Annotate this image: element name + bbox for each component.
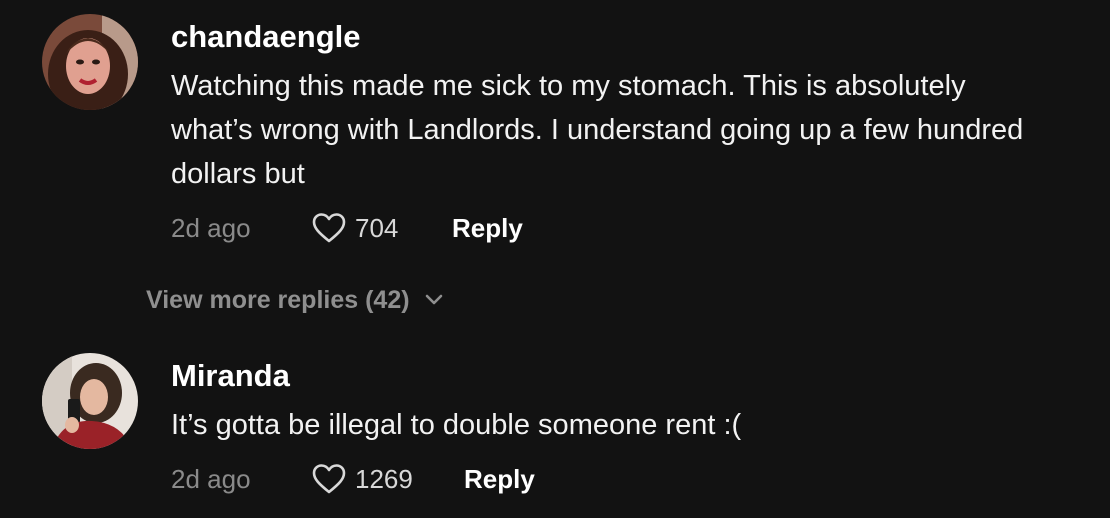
like-count: 1269: [355, 463, 413, 494]
comment-meta: 2d ago 1269 Reply: [171, 459, 535, 499]
comment-text: It’s gotta be illegal to double someone …: [171, 409, 742, 441]
comment-item: chandaengle Watching this made me sick t…: [0, 0, 1110, 270]
heart-icon: [312, 213, 346, 243]
avatar-photo-icon: [42, 14, 138, 110]
chevron-down-icon: [425, 294, 442, 305]
like-count: 704: [355, 212, 399, 243]
avatar[interactable]: [42, 353, 138, 449]
like-button[interactable]: 1269: [311, 463, 464, 495]
comment-text: Watching this made me sick to my stomach…: [171, 70, 1024, 190]
view-more-replies-label: View more replies (42): [146, 285, 410, 314]
avatar[interactable]: [42, 14, 138, 110]
comment-username[interactable]: chandaengle: [171, 19, 361, 55]
comment-timestamp: 2d ago: [171, 212, 251, 243]
avatar-photo-icon: [42, 353, 138, 449]
reply-button[interactable]: Reply: [452, 213, 523, 244]
comment-item: Miranda It’s gotta be illegal to double …: [0, 340, 1110, 518]
heart-icon: [312, 464, 346, 494]
like-button[interactable]: 704: [311, 212, 452, 244]
reply-button[interactable]: Reply: [464, 464, 535, 495]
comment-username[interactable]: Miranda: [171, 358, 290, 394]
comment-timestamp: 2d ago: [171, 463, 251, 494]
comment-meta: 2d ago 704 Reply: [171, 208, 523, 248]
view-more-replies-button[interactable]: View more replies (42): [146, 280, 444, 320]
